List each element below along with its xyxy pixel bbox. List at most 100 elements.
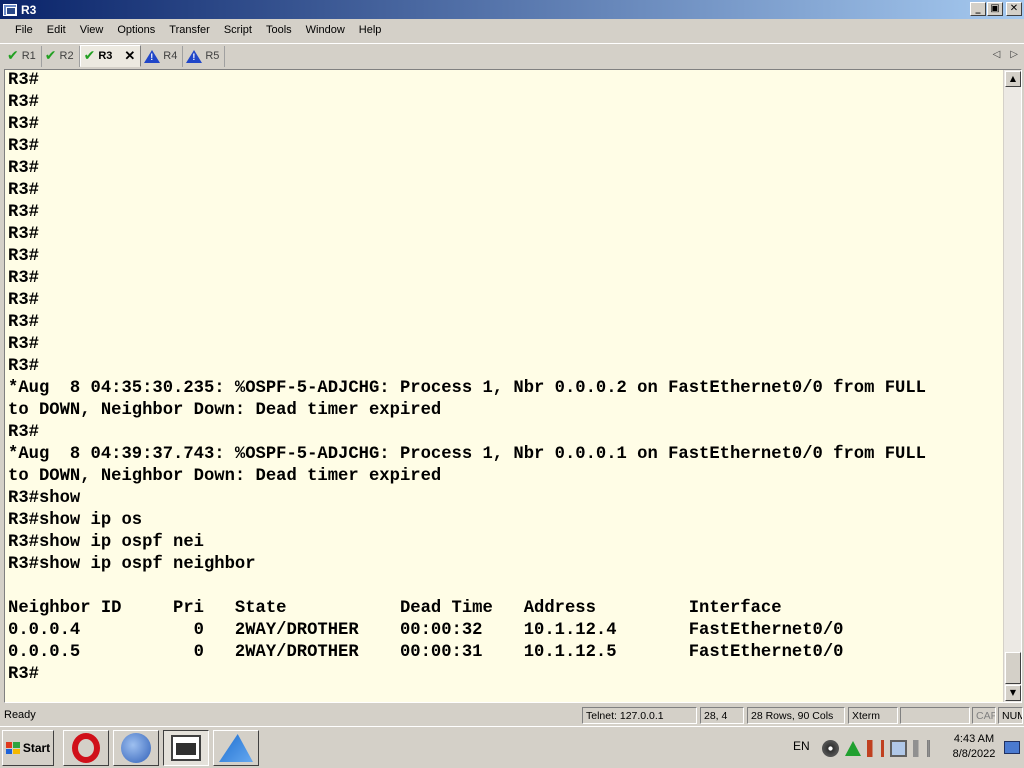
status-terminal-size: 28 Rows, 90 Cols <box>747 707 845 724</box>
speaker-tray-icon[interactable] <box>867 739 884 757</box>
terminal-line: R3# <box>8 247 39 266</box>
terminal-frame: R3# R3# R3# R3# R3# R3# R3# R3# R3# R3# R3# R3# R3# R… <box>4 69 1022 703</box>
status-empty-cell <box>900 707 970 724</box>
scroll-down-button[interactable]: ▼ <box>1005 685 1021 701</box>
terminal-line: R3#show <box>8 489 81 508</box>
terminal-line: *Aug 8 04:39:37.743: %OSPF-5-ADJCHG: Pro… <box>8 445 926 464</box>
window-title: R3 <box>21 2 37 17</box>
terminal-line: R3# <box>8 335 39 354</box>
terminal-line: R3# <box>8 357 39 376</box>
terminal-line: R3# <box>8 665 39 684</box>
terminal-line: 0.0.0.4 0 2WAY/DROTHER 00:00:32 10.1.12.… <box>8 621 844 640</box>
terminal-line: R3#show ip os <box>8 511 143 530</box>
menu-options[interactable]: Options <box>110 24 162 36</box>
terminal-line: R3# <box>8 313 39 332</box>
securecrt-icon <box>171 735 201 761</box>
terminal-output[interactable]: R3# R3# R3# R3# R3# R3# R3# R3# R3# R3# R3# R3# R3# R… <box>8 70 1003 700</box>
language-indicator[interactable]: EN <box>793 739 810 753</box>
taskbar-ethereal-button[interactable] <box>113 730 159 766</box>
terminal-line: to DOWN, Neighbor Down: Dead timer expir… <box>8 401 442 420</box>
terminal-line: 0.0.0.5 0 2WAY/DROTHER 00:00:31 10.1.12.… <box>8 643 844 662</box>
menu-file[interactable]: File <box>8 24 40 36</box>
status-caps-lock: CAP <box>972 707 996 724</box>
vertical-scrollbar[interactable]: ▲ ▼ <box>1003 70 1021 702</box>
menu-help[interactable]: Help <box>352 24 389 36</box>
terminal-line: *Aug 8 04:35:30.235: %OSPF-5-ADJCHG: Pro… <box>8 379 926 398</box>
terminal-line: R3# <box>8 423 39 442</box>
warning-icon <box>144 49 161 63</box>
tab-scroll-left-icon[interactable]: ◁ <box>993 49 1001 60</box>
tab-close-icon[interactable]: ✕ <box>124 48 135 64</box>
tab-r2[interactable]: ✔ R2 <box>42 45 80 67</box>
terminal-line: R3#show ip ospf neighbor <box>8 555 256 574</box>
terminal-line: R3# <box>8 71 39 90</box>
start-button[interactable]: Start <box>2 730 54 766</box>
system-tray <box>822 727 930 768</box>
menu-bar: File Edit View Options Transfer Script T… <box>0 19 1024 41</box>
connected-check-icon: ✔ <box>7 48 19 64</box>
restore-button[interactable]: ▣ <box>987 2 1003 16</box>
status-cursor-position: 28, 4 <box>700 707 744 724</box>
terminal-line: R3# <box>8 159 39 178</box>
terminal-line: R3# <box>8 291 39 310</box>
menu-script[interactable]: Script <box>217 24 259 36</box>
taskbar-clock[interactable]: 4:43 AM 8/8/2022 <box>946 732 1002 762</box>
minimize-button[interactable]: _ <box>970 2 986 16</box>
status-connection: Telnet: 127.0.0.1 <box>582 707 697 724</box>
tab-scroll-right-icon[interactable]: ▷ <box>1010 49 1018 60</box>
scroll-thumb[interactable] <box>1005 652 1021 684</box>
taskbar-wireshark-button[interactable] <box>213 730 259 766</box>
tab-label: R5 <box>205 50 220 62</box>
session-tab-bar: ✔ R1 ✔ R2 ✔ R3 ✕ R4 R5 ◁ ▷ <box>0 43 1024 68</box>
tab-r3[interactable]: ✔ R3 ✕ <box>79 45 142 67</box>
terminal-line: R3# <box>8 269 39 288</box>
tab-scroll-arrows: ◁ ▷ <box>993 49 1018 60</box>
network-monitor-tray-icon[interactable] <box>845 740 861 756</box>
clock-date: 8/8/2022 <box>952 748 996 760</box>
tab-label: R3 <box>98 50 113 62</box>
menu-window[interactable]: Window <box>299 24 352 36</box>
terminal-line: R3# <box>8 137 39 156</box>
title-bar: R3 _ ▣ ✕ <box>0 0 1024 19</box>
tab-r5[interactable]: R5 <box>183 45 226 67</box>
network-tray-icon[interactable] <box>890 739 907 757</box>
warning-icon <box>186 49 203 63</box>
taskbar: Start EN 4:43 AM 8/8/2022 <box>0 726 1024 768</box>
connected-check-icon: ✔ <box>44 48 57 64</box>
status-emulation: Xterm <box>848 707 898 724</box>
tab-label: R2 <box>59 50 74 62</box>
terminal-line: R3# <box>8 115 39 134</box>
ethereal-icon <box>121 733 151 763</box>
start-label: Start <box>22 741 51 755</box>
terminal-line: R3# <box>8 203 39 222</box>
status-num-lock: NUM <box>998 707 1023 724</box>
tab-r4[interactable]: R4 <box>141 45 184 67</box>
tab-label: R1 <box>21 50 36 62</box>
scroll-up-button[interactable]: ▲ <box>1005 71 1021 87</box>
menu-view[interactable]: View <box>73 24 111 36</box>
window-controls: _ ▣ ✕ <box>969 2 1022 16</box>
terminal-line: R3# <box>8 93 39 112</box>
opera-icon <box>72 733 100 763</box>
terminal-line: R3# <box>8 181 39 200</box>
taskbar-securecrt-button[interactable] <box>163 730 209 766</box>
menu-tools[interactable]: Tools <box>259 24 299 36</box>
disc-tray-icon[interactable] <box>822 739 839 757</box>
terminal-line: Neighbor ID Pri State Dead Time Address … <box>8 599 782 618</box>
terminal-line: to DOWN, Neighbor Down: Dead timer expir… <box>8 467 442 486</box>
menu-edit[interactable]: Edit <box>40 24 73 36</box>
windows-flag-icon <box>5 742 20 754</box>
status-bar: Ready Telnet: 127.0.0.1 28, 4 28 Rows, 9… <box>0 705 1024 725</box>
show-desktop-icon[interactable] <box>1004 741 1020 754</box>
connected-check-icon: ✔ <box>83 48 96 64</box>
tab-label: R4 <box>163 50 178 62</box>
wireshark-icon <box>219 734 253 762</box>
menu-transfer[interactable]: Transfer <box>162 24 217 36</box>
close-button[interactable]: ✕ <box>1006 2 1022 16</box>
volume-tray-icon[interactable] <box>913 739 930 757</box>
clock-time: 4:43 AM <box>953 733 995 745</box>
tab-r1[interactable]: ✔ R1 <box>4 45 42 67</box>
taskbar-opera-button[interactable] <box>63 730 109 766</box>
app-window-icon[interactable] <box>3 3 17 16</box>
